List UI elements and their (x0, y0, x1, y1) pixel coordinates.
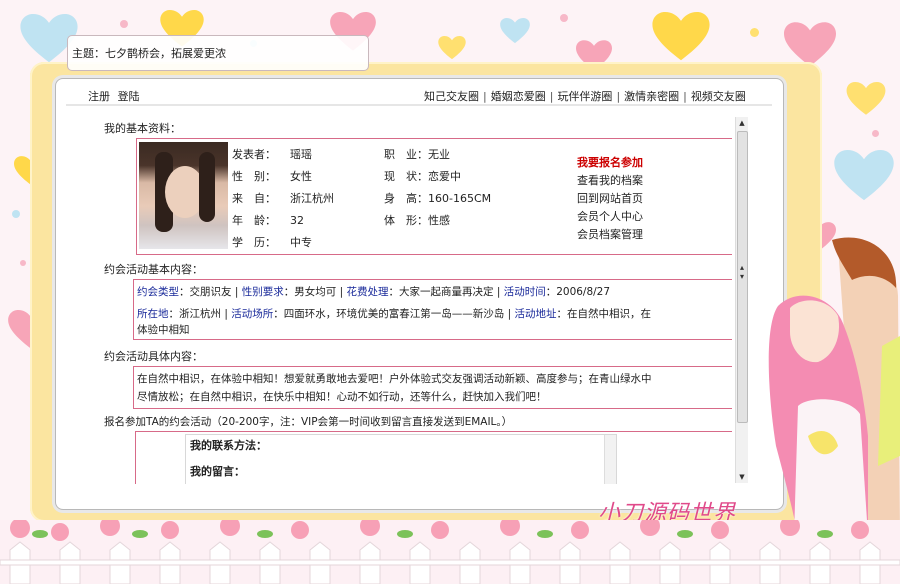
body-value: 性感 (428, 214, 450, 227)
nav-item-video[interactable]: 视频交友圈 (691, 90, 746, 103)
activity-detail-title: 约会活动具体内容： (104, 350, 203, 363)
fence-decoration (0, 520, 900, 584)
info-label: 来 自： (232, 192, 276, 205)
occupation-value: 无业 (428, 148, 450, 161)
nav-separator: | (483, 90, 487, 103)
signup-link[interactable]: 我要报名参加 (577, 154, 643, 170)
field-separator: | (496, 286, 501, 298)
info-row: 年 龄： 32 (232, 212, 304, 228)
time-label: 活动时间 (503, 286, 546, 298)
venue-label: 活动场所 (231, 308, 274, 320)
info-label: 现 状： (384, 170, 428, 183)
activity-basic-title: 约会活动基本内容： (104, 263, 203, 276)
location-label: 所在地 (137, 308, 169, 320)
info-label: 职 业： (384, 148, 428, 161)
from-value: 浙江杭州 (290, 192, 334, 205)
main-content: 我的基本资料： 发表者： 瑶瑶 职 业：无业 性 别： 女性 现 状：恋爱中 来 自… (66, 110, 732, 484)
info-row: 性 别： 女性 (232, 168, 312, 184)
heart-icon (846, 82, 886, 115)
home-link[interactable]: 回到网站首页 (577, 190, 643, 206)
heart-icon (834, 150, 894, 201)
venue-value: ：四面环水，环境优美的富春江第一岛——新沙岛 (273, 308, 505, 320)
message-label: 我的留言： (190, 465, 245, 478)
nav-separator: | (683, 90, 687, 103)
decor-dot (12, 210, 20, 218)
decor-dot (560, 14, 568, 22)
signup-title: 报名参加TA的约会活动（20-200字，注：VIP会第一时间收到留言直接发送到E… (104, 416, 513, 428)
address-label: 活动地址 (514, 308, 557, 320)
decor-dot (872, 130, 879, 137)
info-label: 性 别： (232, 170, 276, 183)
age-value: 32 (290, 214, 304, 227)
view-profile-link[interactable]: 查看我的档案 (577, 172, 643, 188)
contact-label: 我的联系方法： (190, 439, 267, 452)
topic-text: 主题：七夕鹊桥会，拓展爱更浓 (72, 47, 226, 60)
info-row: 体 形：性感 (384, 212, 450, 228)
time-value: ：2006/8/27 (545, 286, 611, 298)
poster-value: 瑶瑶 (290, 148, 312, 161)
scroll-down-icon[interactable]: ▼ (736, 471, 748, 483)
address-value: ：在自然中相识，在 (556, 308, 651, 320)
nav-item-marriage[interactable]: 婚姻恋爱圈 (491, 90, 546, 103)
cost-value: ：大家一起商量再决定 (388, 286, 494, 298)
gender-req-label: 性别要求 (241, 286, 284, 298)
register-link[interactable]: 注册 (88, 90, 110, 103)
profile-photo[interactable] (139, 142, 228, 249)
nav-divider (66, 104, 772, 106)
info-label: 年 龄： (232, 214, 276, 227)
location-value: ：浙江杭州 (168, 308, 222, 320)
info-label: 学 历： (232, 236, 276, 249)
content-scrollbar[interactable]: ▲ ▴ ▾ ▼ (735, 117, 748, 483)
profile-manage-link[interactable]: 会员档案管理 (577, 226, 643, 242)
nav-separator: | (549, 90, 554, 103)
info-label: 发表者： (232, 148, 276, 161)
education-value: 中专 (290, 236, 312, 249)
activity-line-continued: 体验中相知 (137, 324, 190, 336)
scroll-up-icon[interactable]: ▲ (736, 117, 748, 129)
field-separator: | (507, 308, 512, 320)
gender-req-value: ：男女均可 (283, 286, 337, 298)
activity-line: 所在地：浙江杭州 | 活动场所：四面环水，环境优美的富春江第一岛——新沙岛 | … (137, 306, 651, 321)
decor-dot (120, 20, 128, 28)
scroll-grip-icon: ▴ ▾ (739, 263, 744, 281)
nav-item-travel[interactable]: 玩伴伴游圈 (557, 90, 612, 103)
field-separator: | (339, 286, 344, 298)
nav-separator: | (616, 90, 621, 103)
status-value: 恋爱中 (428, 170, 461, 183)
info-row: 职 业：无业 (384, 146, 450, 162)
basic-info-title: 我的基本资料： (104, 122, 181, 135)
field-separator: | (224, 308, 228, 320)
info-row: 现 状：恋爱中 (384, 168, 461, 184)
decor-dot (750, 28, 759, 37)
heart-icon (500, 18, 530, 44)
topic-bar: 主题：七夕鹊桥会，拓展爱更浓 (67, 35, 369, 71)
activity-type-value: ：交朋识友 (179, 286, 232, 298)
height-value: 160-165CM (428, 192, 492, 205)
info-label: 体 形： (384, 214, 428, 227)
photo-hair (199, 152, 215, 222)
field-separator: | (234, 286, 239, 298)
member-center-link[interactable]: 会员个人中心 (577, 208, 643, 224)
detail-line: 在自然中相识，在体验中相知！想爱就勇敢地去爱吧！户外体验式交友强调活动新颖、高度… (137, 373, 652, 385)
decor-dot (20, 260, 26, 266)
activity-line: 约会类型：交朋识友 | 性别要求：男女均可 | 花费处理：大家一起商量再决定 |… (137, 284, 610, 299)
gender-value: 女性 (290, 170, 312, 183)
login-link[interactable]: 登陆 (118, 90, 140, 103)
detail-line: 尽情放松；在自然中相识，在快乐中相知！心动不如行动，还等什么，赶快加入我们吧！ (137, 391, 547, 403)
couple-illustration (768, 237, 900, 536)
nav-item-friends[interactable]: 知己交友圈 (424, 90, 479, 103)
nav-item-intimate[interactable]: 激情亲密圈 (624, 90, 679, 103)
auth-nav: 注册 登陆 (88, 88, 144, 104)
heart-icon (438, 36, 466, 60)
cost-label: 花费处理 (346, 286, 389, 298)
info-label: 身 高： (384, 192, 428, 205)
info-row: 学 历： 中专 (232, 234, 312, 250)
info-row: 发表者： 瑶瑶 (232, 146, 312, 162)
info-row: 身 高：160-165CM (384, 190, 491, 206)
activity-type-label: 约会类型 (137, 286, 179, 298)
heart-icon (652, 12, 710, 61)
info-row: 来 自： 浙江杭州 (232, 190, 334, 206)
category-nav: 知己交友圈 | 婚姻恋爱圈 | 玩伴伴游圈 | 激情亲密圈 | 视频交友圈 (424, 88, 746, 104)
form-scrollbar[interactable] (604, 435, 616, 484)
